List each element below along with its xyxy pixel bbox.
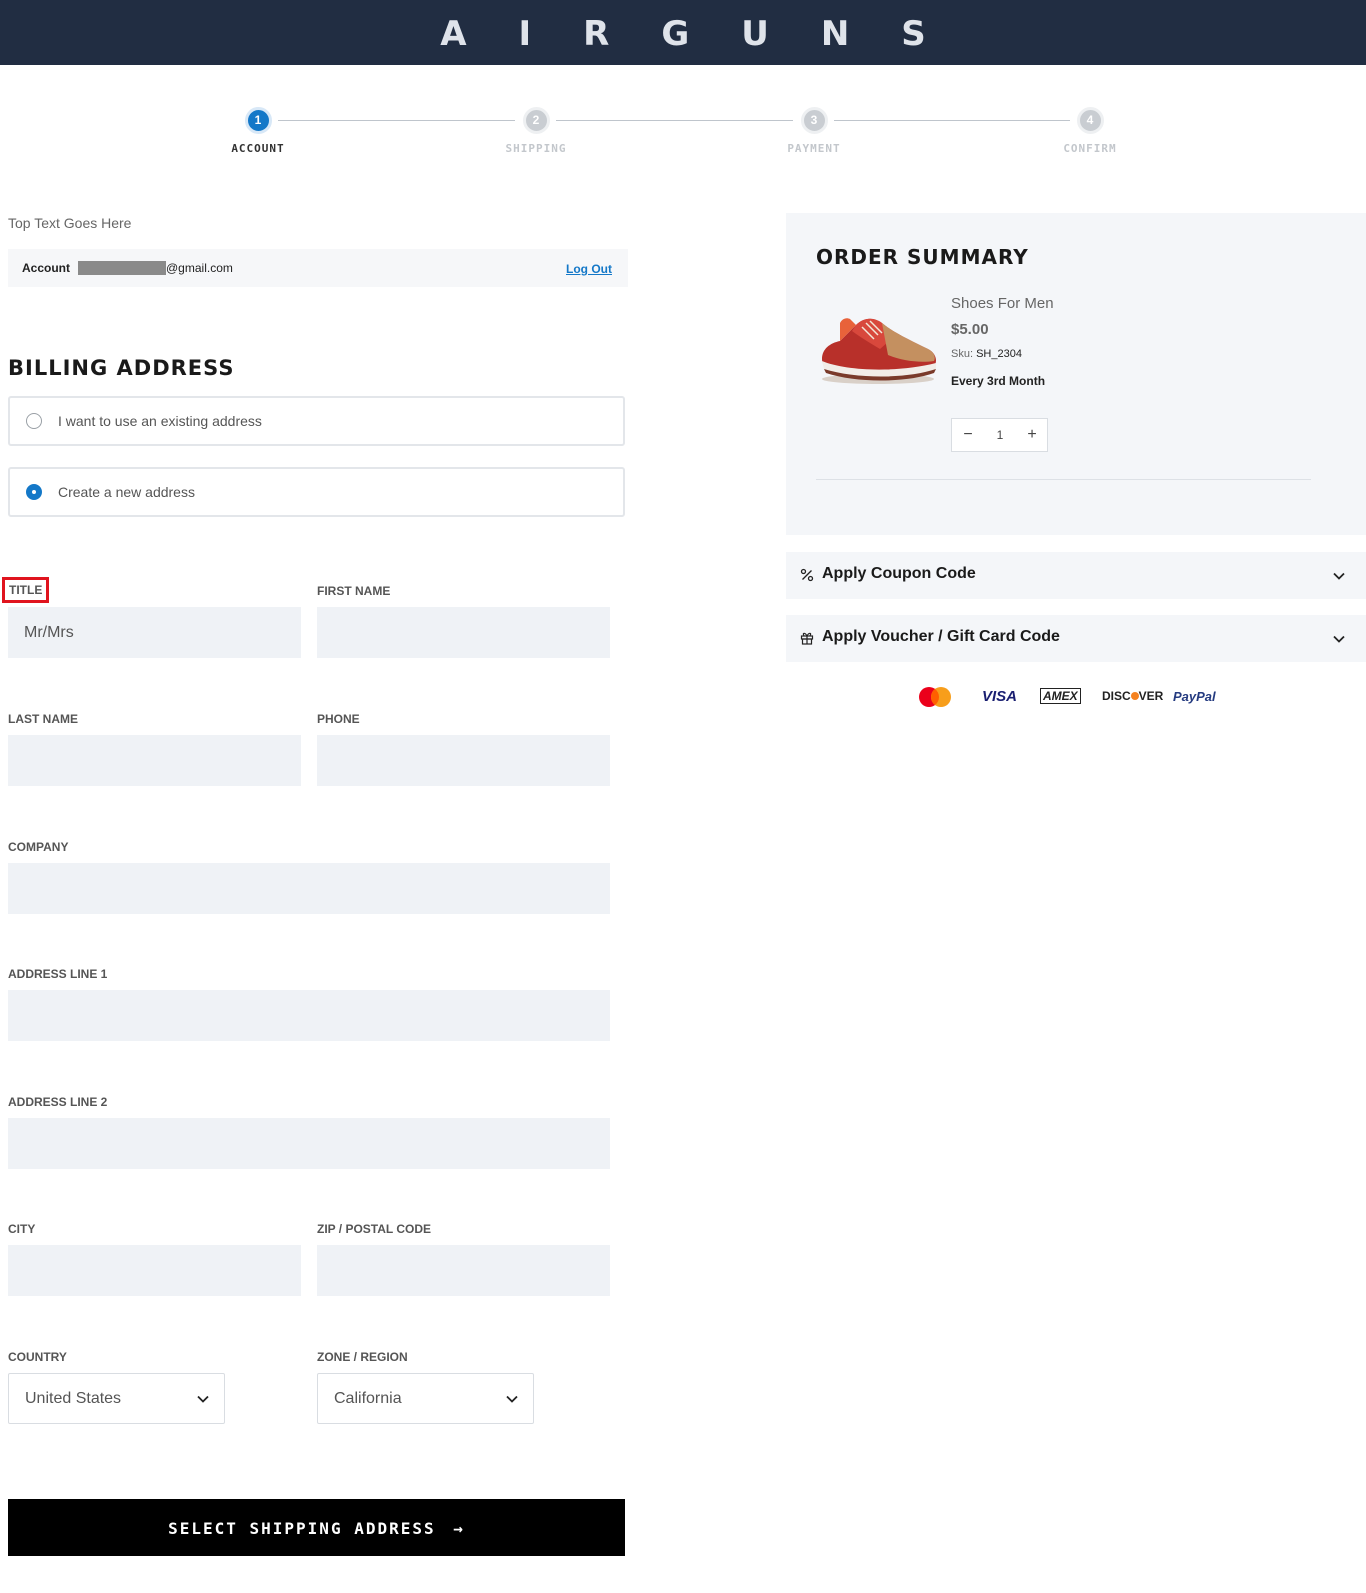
step-label: ACCOUNT: [231, 142, 285, 155]
chevron-down-icon: [506, 1395, 518, 1403]
amex-icon: AMEX: [1040, 688, 1081, 704]
chevron-down-icon: [197, 1395, 209, 1403]
zone-label: ZONE / REGION: [317, 1350, 408, 1364]
step-payment: 3 PAYMENT: [754, 107, 874, 155]
logout-link[interactable]: Log Out: [566, 262, 612, 276]
radio-label: Create a new address: [58, 484, 195, 500]
step-number: 4: [1076, 107, 1104, 134]
address-line-2-field[interactable]: [8, 1118, 610, 1169]
address-line-1-field[interactable]: [8, 990, 610, 1041]
radio-label: I want to use an existing address: [58, 413, 262, 429]
account-label: Account: [22, 261, 70, 275]
step-confirm: 4 CONFIRM: [1030, 107, 1150, 155]
brand-logo[interactable]: AIRGUNS: [0, 14, 1366, 54]
zip-label: ZIP / POSTAL CODE: [317, 1222, 432, 1236]
product-sku: Sku: SH_2304: [951, 348, 1022, 360]
step-number: 3: [800, 107, 828, 134]
step-account: 1 ACCOUNT: [198, 107, 318, 155]
step-label: SHIPPING: [505, 142, 567, 155]
country-value: United States: [25, 1390, 122, 1407]
step-number: 1: [244, 107, 272, 134]
title-field[interactable]: [8, 607, 301, 658]
discover-icon: DISC VER: [1102, 689, 1163, 703]
gift-icon: [800, 632, 814, 645]
paypal-icon: PayPal: [1173, 689, 1216, 704]
new-address-option[interactable]: Create a new address: [8, 467, 625, 517]
first-name-field[interactable]: [317, 607, 610, 658]
chevron-down-icon: [1333, 635, 1345, 643]
chevron-down-icon: [1333, 572, 1345, 580]
billing-address-heading: BILLING ADDRESS: [8, 356, 235, 380]
step-label: CONFIRM: [1063, 142, 1117, 155]
step-shipping: 2 SHIPPING: [476, 107, 596, 155]
apply-coupon-accordion[interactable]: Apply Coupon Code: [786, 552, 1366, 599]
product-price: $5.00: [951, 321, 989, 338]
step-number: 2: [522, 107, 550, 134]
company-label: COMPANY: [8, 840, 69, 854]
city-label: CITY: [8, 1222, 36, 1236]
site-header: AIRGUNS: [0, 0, 1366, 65]
account-email: @gmail.com: [166, 261, 233, 275]
title-label: TITLE: [2, 577, 50, 603]
zip-field[interactable]: [317, 1245, 610, 1296]
top-text: Top Text Goes Here: [8, 215, 132, 231]
country-select[interactable]: United States: [8, 1373, 225, 1424]
city-field[interactable]: [8, 1245, 301, 1296]
address-line-2-label: ADDRESS LINE 2: [8, 1095, 108, 1109]
mastercard-icon: [919, 687, 951, 707]
apply-voucher-label: Apply Voucher / Gift Card Code: [822, 628, 1060, 645]
discover-text-start: DISC: [1102, 689, 1131, 703]
decrease-quantity-button[interactable]: −: [952, 419, 984, 451]
zone-select[interactable]: California: [317, 1373, 534, 1424]
arrow-right-icon: →: [453, 1518, 465, 1538]
apply-coupon-label: Apply Coupon Code: [822, 565, 976, 582]
country-label: COUNTRY: [8, 1350, 67, 1364]
first-name-label: FIRST NAME: [317, 584, 391, 598]
zone-value: California: [334, 1390, 402, 1407]
company-field[interactable]: [8, 863, 610, 914]
phone-label: PHONE: [317, 712, 360, 726]
payment-methods: VISA AMEX DISC VER PayPal: [916, 684, 1226, 710]
quantity-stepper: − 1 +: [951, 418, 1048, 452]
phone-field[interactable]: [317, 735, 610, 786]
last-name-label: LAST NAME: [8, 712, 78, 726]
order-summary-panel: ORDER SUMMARY Shoes For Men $5.00 Sku: S…: [786, 213, 1366, 535]
product-name[interactable]: Shoes For Men: [951, 295, 1054, 312]
sku-label: Sku:: [951, 348, 974, 360]
increase-quantity-button[interactable]: +: [1016, 419, 1048, 451]
redacted-email-mask: [78, 261, 166, 275]
submit-label: SELECT SHIPPING ADDRESS: [168, 1518, 436, 1538]
step-label: PAYMENT: [787, 142, 841, 155]
apply-voucher-accordion[interactable]: Apply Voucher / Gift Card Code: [786, 615, 1366, 662]
last-name-field[interactable]: [8, 735, 301, 786]
shoe-product-image: [822, 318, 936, 384]
discover-dot: [1130, 692, 1139, 700]
account-bar: Account @gmail.com Log Out: [8, 249, 628, 287]
order-summary-heading: ORDER SUMMARY: [816, 245, 1029, 269]
existing-address-option[interactable]: I want to use an existing address: [8, 396, 625, 446]
percent-icon: [800, 568, 814, 582]
quantity-value[interactable]: 1: [984, 419, 1016, 451]
visa-icon: VISA: [982, 688, 1018, 705]
discover-text-end: VER: [1138, 689, 1164, 703]
radio-button[interactable]: [26, 413, 42, 429]
address-line-1-label: ADDRESS LINE 1: [8, 967, 108, 981]
select-shipping-address-button[interactable]: SELECT SHIPPING ADDRESS →: [8, 1499, 625, 1556]
subscription-frequency: Every 3rd Month: [951, 374, 1046, 388]
radio-button-checked[interactable]: [26, 484, 42, 500]
divider: [816, 479, 1311, 480]
sku-value: SH_2304: [976, 348, 1022, 360]
